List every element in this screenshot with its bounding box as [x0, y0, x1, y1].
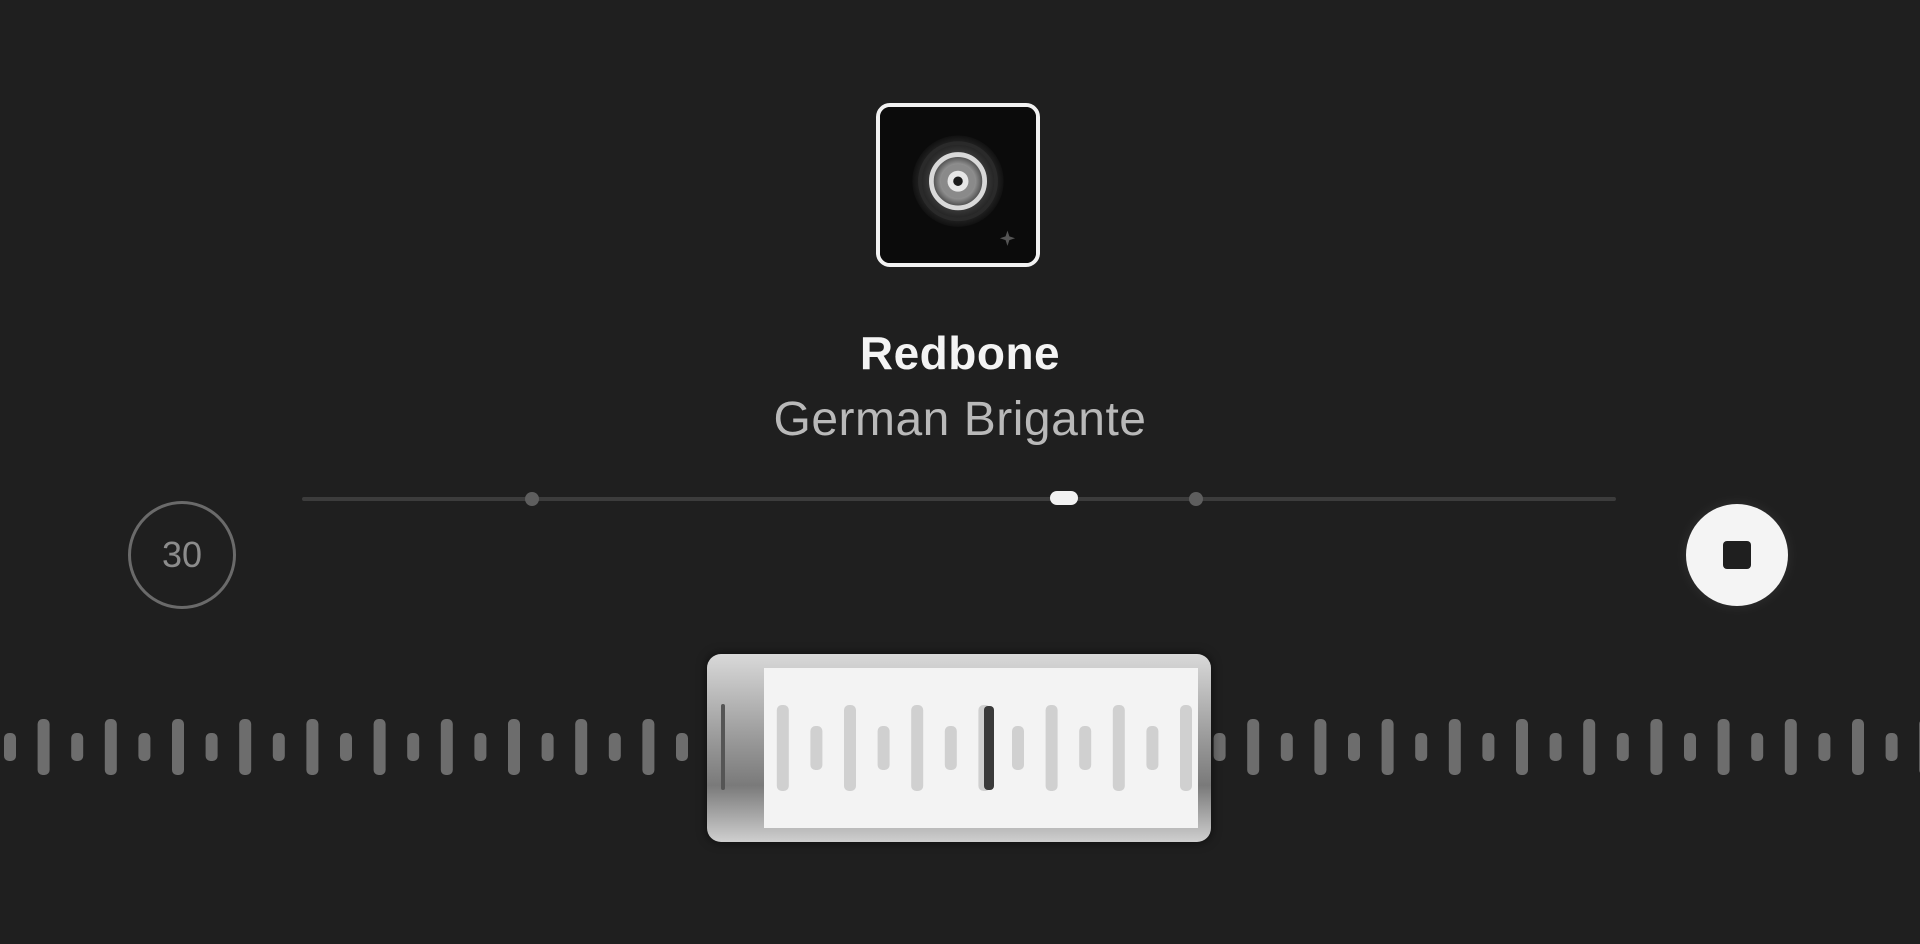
waveform-bar	[575, 719, 588, 775]
progress-marker	[1188, 492, 1203, 506]
waveform-bar	[1885, 733, 1898, 761]
waveform-bar	[373, 719, 386, 775]
selected-waveform-bar	[810, 726, 823, 770]
waveform-bar	[407, 733, 420, 761]
waveform-bar	[172, 719, 184, 775]
waveform-bar	[1684, 733, 1696, 761]
music-player: Redbone German Brigante 30	[0, 0, 1920, 944]
song-title: Redbone	[859, 327, 1061, 379]
selection-cursor	[984, 706, 994, 790]
selected-waveform-bar	[911, 705, 924, 791]
trim-left-handle[interactable]	[721, 704, 725, 790]
waveform-bar	[1818, 733, 1831, 761]
waveform-bar	[37, 719, 50, 775]
waveform-bar	[1516, 719, 1528, 775]
waveform-bar	[1784, 719, 1797, 775]
selected-waveform-bar	[844, 705, 856, 791]
waveform-bar	[676, 733, 688, 761]
waveform-bar	[138, 733, 151, 761]
stop-button[interactable]	[1686, 504, 1788, 606]
trim-selection-window[interactable]	[707, 654, 1211, 842]
waveform-bar	[440, 719, 453, 775]
waveform-bar	[1616, 733, 1629, 761]
progress-track[interactable]	[302, 491, 1616, 506]
waveform-bar	[1247, 719, 1260, 775]
waveform-bar	[1482, 733, 1495, 761]
skip-30-button[interactable]: 30	[128, 501, 236, 609]
waveform-bar	[1280, 733, 1293, 761]
selected-waveform-bar	[1146, 726, 1159, 770]
selected-waveform-bar	[1112, 705, 1125, 791]
waveform-bar	[608, 733, 621, 761]
selected-waveform-bar	[1079, 726, 1092, 770]
waveform-bar	[1549, 733, 1562, 761]
waveform-bar	[541, 733, 554, 761]
waveform-bar	[1717, 719, 1730, 775]
stop-icon	[1723, 541, 1751, 569]
playhead-handle[interactable]	[1050, 491, 1079, 505]
waveform-bar	[1852, 719, 1864, 775]
waveform-bar	[474, 733, 487, 761]
selected-waveform-bar	[1045, 705, 1058, 791]
progress-marker	[524, 492, 539, 506]
waveform-bar	[1448, 719, 1461, 775]
waveform-bar	[1314, 719, 1327, 775]
waveform-bar	[4, 733, 16, 761]
waveform-bar	[1650, 719, 1663, 775]
selected-waveform-bar	[776, 705, 789, 791]
album-artwork	[876, 103, 1040, 267]
waveform-bar	[1751, 733, 1764, 761]
waveform-bar	[1348, 733, 1360, 761]
waveform-bar	[306, 719, 319, 775]
vinyl-record-icon	[880, 107, 1036, 263]
selected-waveform-bar	[877, 726, 890, 770]
waveform-bar	[1583, 719, 1596, 775]
waveform-bar	[1381, 719, 1394, 775]
waveform-bar	[340, 733, 352, 761]
skip-30-label: 30	[161, 534, 203, 575]
waveform-bar	[1415, 733, 1428, 761]
selected-waveform-bar	[1012, 726, 1024, 770]
selected-waveform-bar	[944, 726, 957, 770]
waveform-bar	[642, 719, 655, 775]
waveform-bar	[239, 719, 252, 775]
waveform-bar	[104, 719, 117, 775]
waveform-bar	[205, 733, 218, 761]
selected-waveform-bar	[1180, 705, 1192, 791]
selected-waveform-region	[764, 668, 1198, 828]
waveform-bar	[1213, 733, 1226, 761]
waveform-bar	[71, 733, 84, 761]
waveform-bar	[272, 733, 285, 761]
waveform-bar	[508, 719, 520, 775]
artist-name: German Brigante	[773, 393, 1147, 446]
